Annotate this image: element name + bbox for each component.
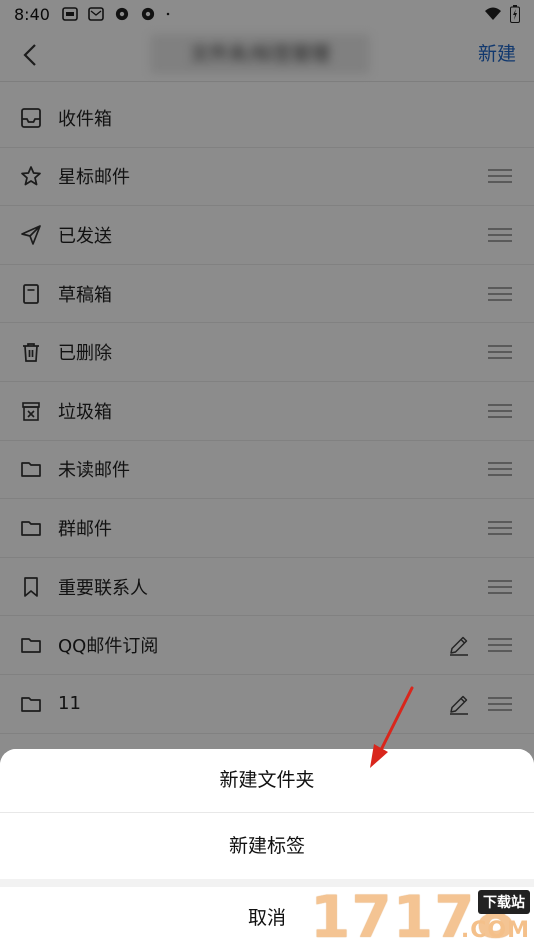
- red-arrow-annotation: [370, 686, 414, 768]
- new-folder-button[interactable]: 新建文件夹: [0, 749, 534, 813]
- watermark-tag: 下载站: [478, 890, 530, 914]
- watermark-domain: .COM: [460, 918, 530, 943]
- watermark-logo: 17178 下载站 .COM: [310, 884, 534, 950]
- new-tag-button[interactable]: 新建标签: [0, 813, 534, 879]
